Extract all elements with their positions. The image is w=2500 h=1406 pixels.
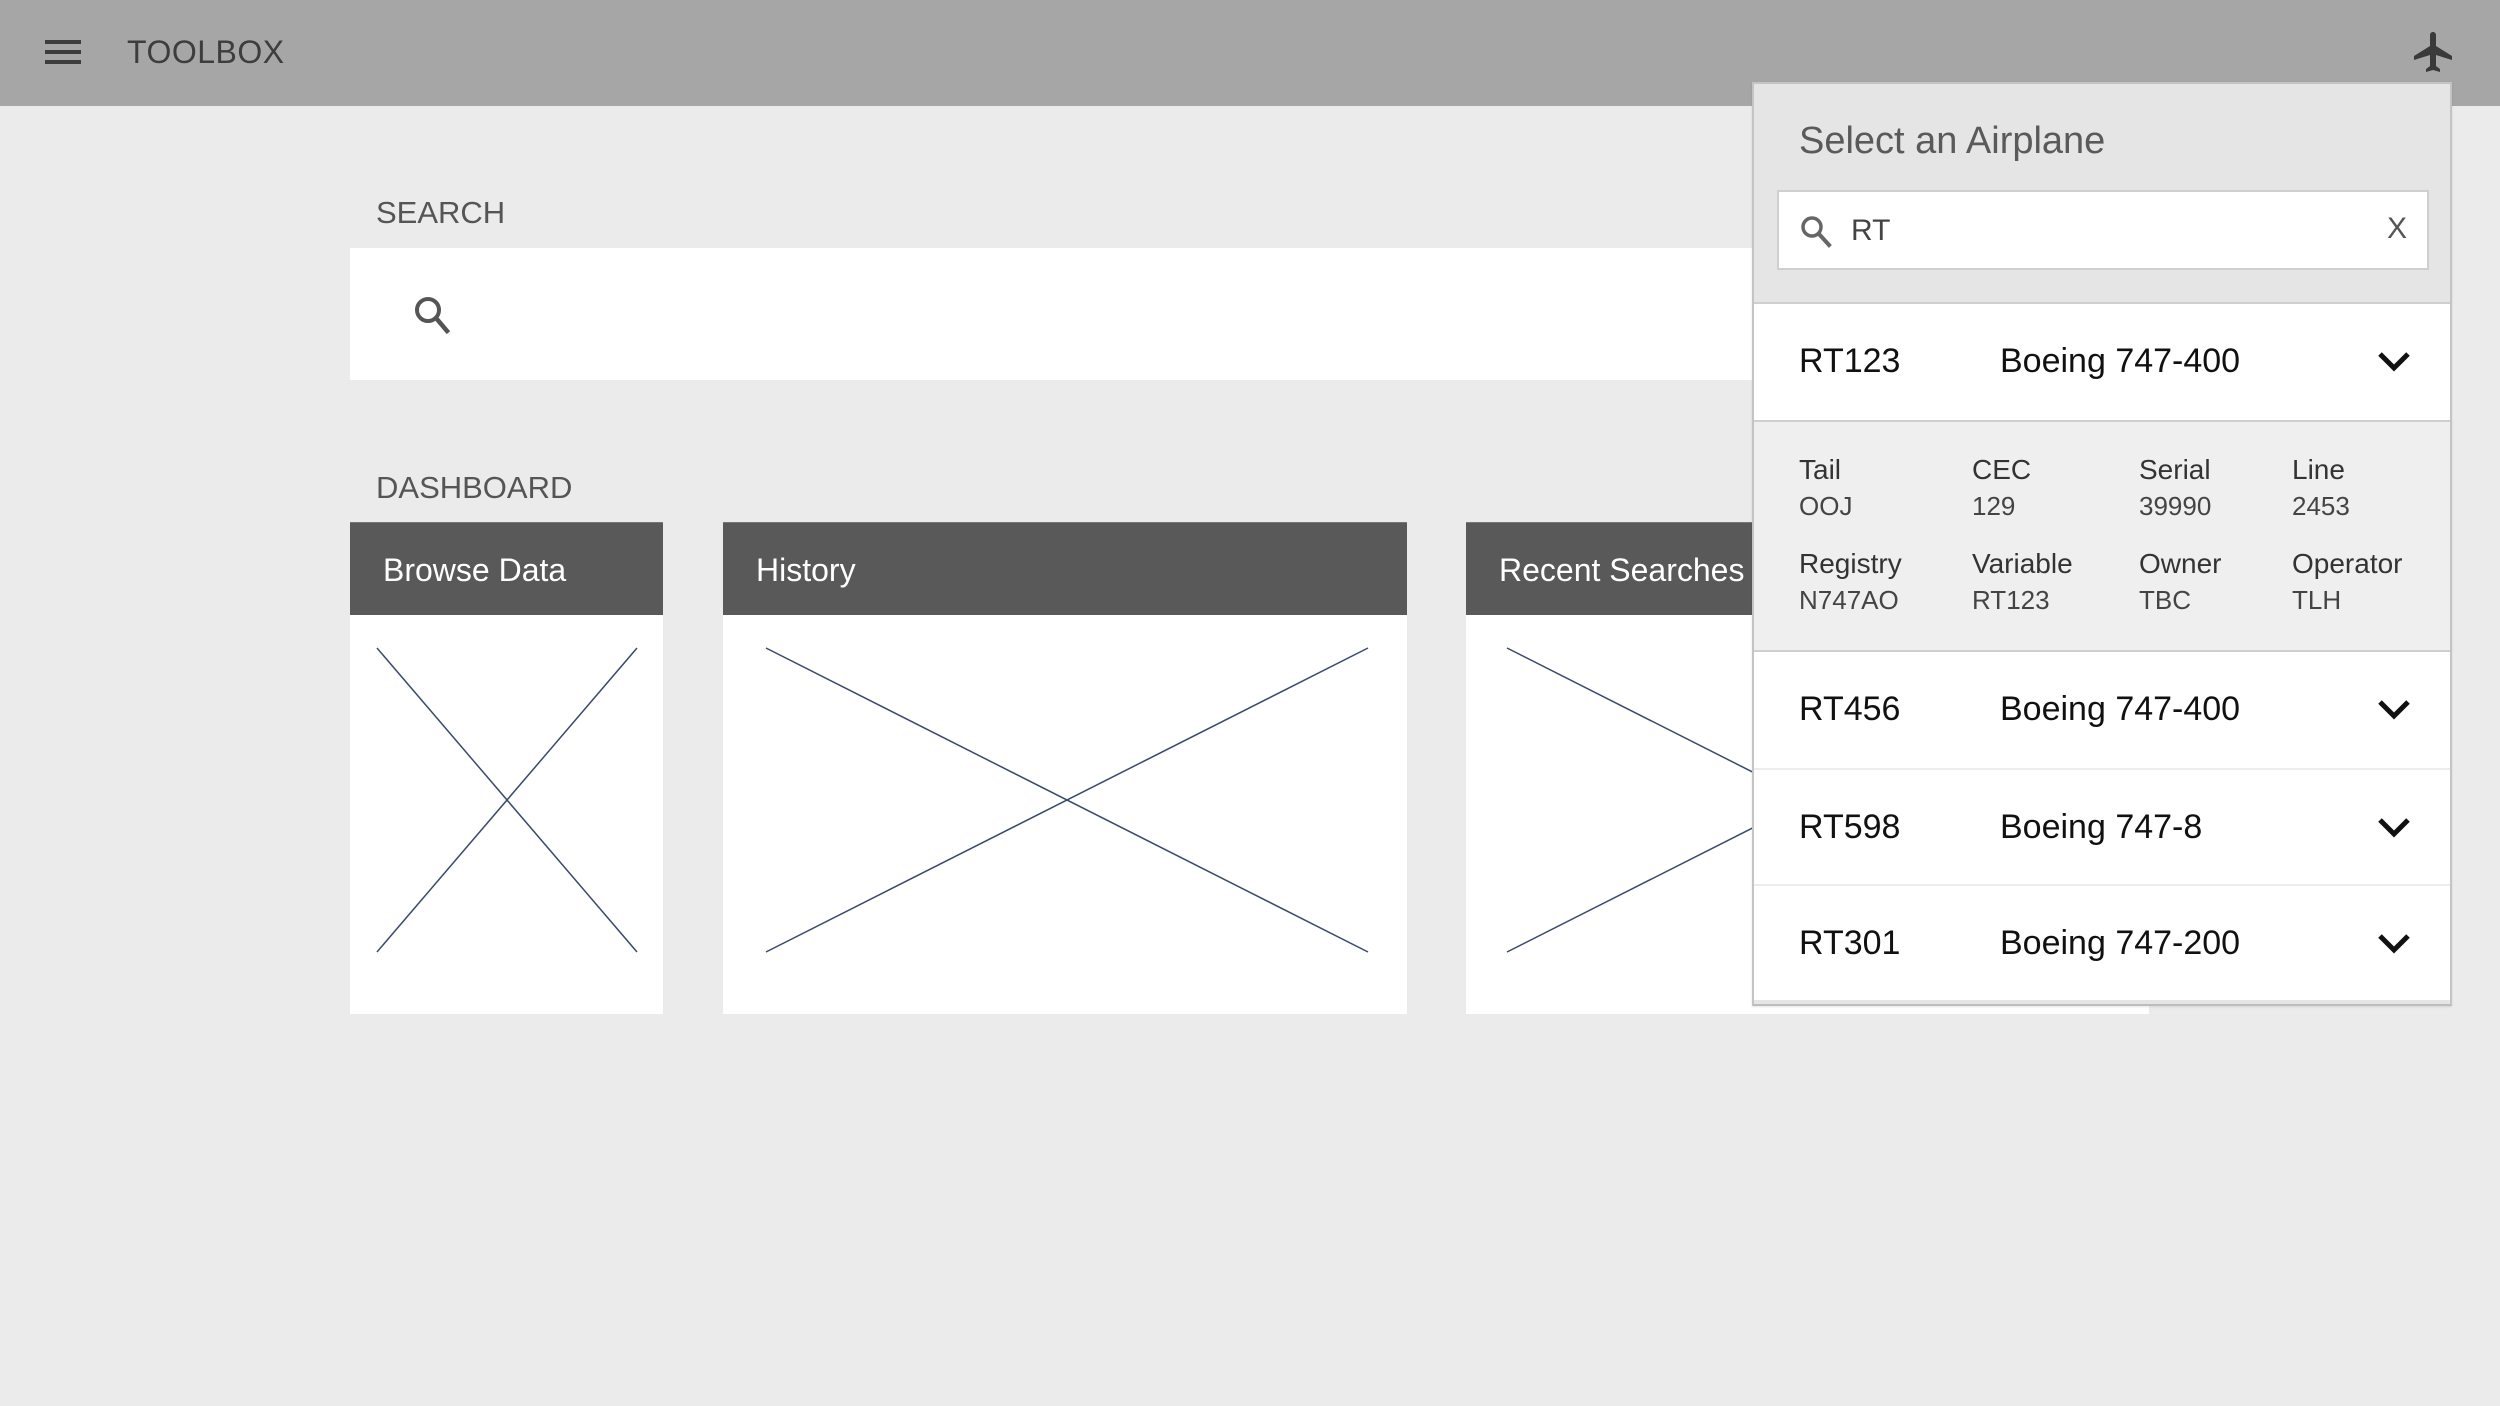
detail-value: 39990: [2139, 491, 2212, 521]
detail-label: Serial: [2139, 454, 2211, 485]
card-title: Recent Searches: [1499, 552, 1745, 588]
card-header: Browse Data: [350, 522, 663, 615]
airplane-result-row[interactable]: RT598 Boeing 747-8: [1754, 768, 2450, 884]
airplane-icon[interactable]: [2410, 28, 2458, 76]
detail-label: CEC: [1972, 454, 2032, 485]
detail-value: TLH: [2292, 585, 2342, 615]
detail-cec: CEC 129: [1972, 452, 2031, 524]
chevron-down-icon[interactable]: [2376, 348, 2412, 376]
detail-value: 2453: [2292, 491, 2350, 521]
airplane-result-row[interactable]: RT456 Boeing 747-400: [1754, 652, 2450, 768]
airplane-results-list: RT123 Boeing 747-400 Tail OOJ CEC 129 Se…: [1754, 302, 2450, 1000]
chevron-down-icon[interactable]: [2376, 814, 2412, 842]
detail-label: Tail: [1799, 454, 1842, 485]
menu-line: [45, 50, 81, 54]
airplane-selector-panel: Select an Airplane X RT123 Boeing 747-40…: [1752, 82, 2452, 1006]
card-title: Browse Data: [383, 552, 567, 588]
airplane-model: Boeing 747-8: [2000, 808, 2203, 846]
menu-line: [45, 60, 81, 64]
airplane-model: Boeing 747-400: [2000, 342, 2241, 380]
detail-serial: Serial 39990: [2139, 452, 2211, 524]
airplane-search-field[interactable]: X: [1777, 190, 2429, 270]
detail-label: Line: [2292, 454, 2345, 485]
detail-label: Operator: [2292, 548, 2403, 579]
hamburger-menu-icon[interactable]: [45, 40, 81, 64]
detail-value: N747AO: [1799, 585, 1899, 615]
app-title: TOOLBOX: [127, 34, 285, 70]
menu-line: [45, 40, 81, 44]
card-title: History: [756, 552, 856, 588]
airplane-search-input[interactable]: [1851, 206, 2351, 256]
dashboard-card-history[interactable]: History: [723, 522, 1407, 1014]
airplane-id: RT598: [1799, 808, 1901, 846]
chevron-down-icon[interactable]: [2376, 696, 2412, 724]
detail-value: TBC: [2139, 585, 2191, 615]
detail-tail: Tail OOJ: [1799, 452, 1852, 524]
airplane-selector-title: Select an Airplane: [1799, 120, 2106, 162]
airplane-id: RT301: [1799, 924, 1901, 962]
airplane-result-row[interactable]: RT123 Boeing 747-400: [1754, 304, 2450, 420]
detail-line: Line 2453: [2292, 452, 2350, 524]
airplane-model: Boeing 747-200: [2000, 924, 2241, 962]
airplane-details-panel: Tail OOJ CEC 129 Serial 39990 Line 2453 …: [1754, 420, 2450, 652]
search-input[interactable]: [470, 278, 1970, 350]
detail-value: 129: [1972, 491, 2016, 521]
airplane-id: RT456: [1799, 690, 1901, 728]
card-header: History: [723, 522, 1407, 615]
search-icon: [412, 294, 452, 336]
detail-operator: Operator TLH: [2292, 546, 2403, 618]
dashboard-section-label: DASHBOARD: [376, 470, 573, 505]
search-section-label: SEARCH: [376, 195, 506, 230]
detail-registry: Registry N747AO: [1799, 546, 1902, 618]
airplane-result-row[interactable]: RT301 Boeing 747-200: [1754, 884, 2450, 1000]
detail-label: Owner: [2139, 548, 2222, 579]
airplane-model: Boeing 747-400: [2000, 690, 2241, 728]
airplane-id: RT123: [1799, 342, 1901, 380]
card-placeholder-image: [350, 615, 663, 1014]
chevron-down-icon[interactable]: [2376, 930, 2412, 958]
detail-value: RT123: [1972, 585, 2050, 615]
clear-search-button[interactable]: X: [2387, 212, 2407, 246]
detail-label: Variable: [1972, 548, 2073, 579]
card-placeholder-image: [723, 615, 1407, 1014]
dashboard-card-browse-data[interactable]: Browse Data: [350, 522, 663, 1014]
detail-variable: Variable RT123: [1972, 546, 2073, 618]
search-icon: [1799, 214, 1833, 250]
detail-value: OOJ: [1799, 491, 1853, 521]
detail-owner: Owner TBC: [2139, 546, 2221, 618]
detail-label: Registry: [1799, 548, 1902, 579]
